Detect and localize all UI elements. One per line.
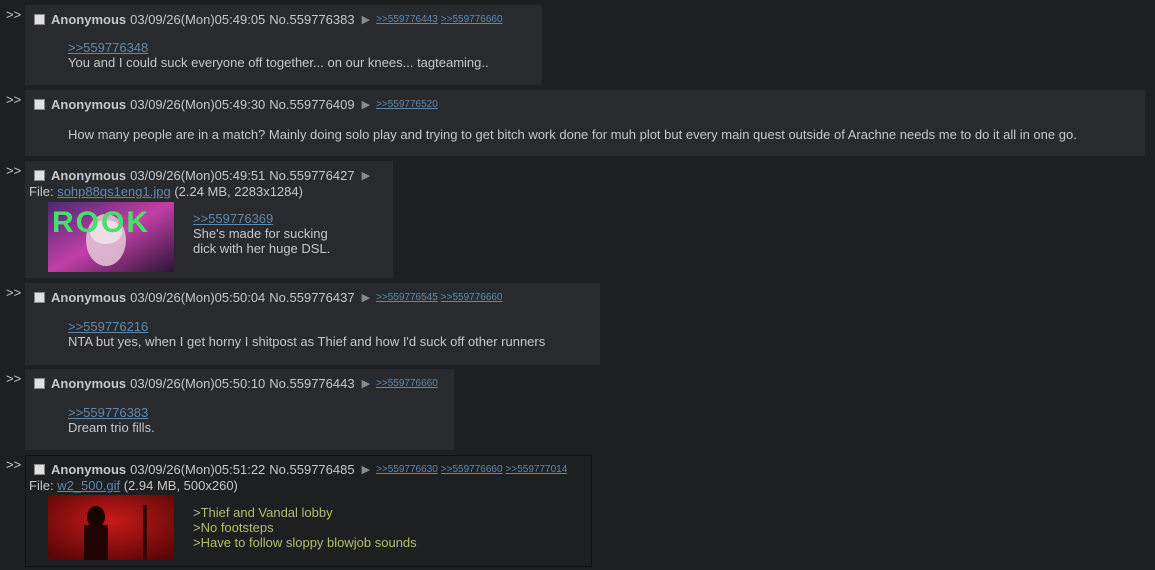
- post-info: Anonymous 03/09/26(Mon)05:49:51 No.55977…: [34, 168, 376, 183]
- backlink[interactable]: >>559776660: [441, 292, 503, 303]
- reply-box: Anonymous 03/09/26(Mon)05:50:10 No.55977…: [25, 369, 454, 450]
- post-menu-icon[interactable]: ▶: [362, 463, 370, 476]
- backlinks: >>559776520: [376, 99, 441, 110]
- backlink[interactable]: >>559776660: [441, 14, 503, 25]
- file-label: File:: [29, 184, 54, 199]
- post-date: 03/09/26(Mon)05:50:04: [130, 290, 266, 305]
- file-meta: (2.94 MB, 500x260): [123, 478, 238, 493]
- post-checkbox[interactable]: [34, 99, 45, 110]
- post-message: >>559776383 Dream trio fills.: [68, 405, 155, 435]
- quote-link[interactable]: >>559776216: [68, 319, 148, 334]
- backlinks: >>559776545 >>559776660: [376, 292, 505, 303]
- post-number[interactable]: No.559776437: [269, 290, 354, 305]
- backlink[interactable]: >>559776443: [376, 14, 438, 25]
- post-message: >>559776216 NTA but yes, when I get horn…: [68, 319, 545, 349]
- reply-box: Anonymous 03/09/26(Mon)05:50:04 No.55977…: [25, 283, 600, 365]
- post-menu-icon[interactable]: ▶: [362, 169, 370, 182]
- post-number[interactable]: No.559776485: [269, 462, 354, 477]
- post-date: 03/09/26(Mon)05:50:10: [130, 376, 266, 391]
- message-text: dick with her huge DSL.: [193, 241, 331, 256]
- reply-box: Anonymous 03/09/26(Mon)05:49:05 No.55977…: [25, 5, 542, 85]
- backlinks: >>559776660: [376, 378, 441, 389]
- post-date: 03/09/26(Mon)05:49:51: [130, 168, 266, 183]
- side-arrow: >>: [6, 92, 22, 107]
- post-checkbox[interactable]: [34, 378, 45, 389]
- backlinks: >>559776443 >>559776660: [376, 14, 505, 25]
- backlink[interactable]: >>559776660: [376, 378, 438, 389]
- quote-link[interactable]: >>559776348: [68, 40, 148, 55]
- post-info: Anonymous 03/09/26(Mon)05:49:30 No.55977…: [34, 97, 441, 112]
- poster-name: Anonymous: [51, 376, 127, 391]
- thumbnail-text: ROOK: [52, 206, 150, 239]
- post-number[interactable]: No.559776409: [269, 97, 354, 112]
- message-text: NTA but yes, when I get horny I shitpost…: [68, 334, 546, 349]
- post-info: Anonymous 03/09/26(Mon)05:51:22 No.55977…: [34, 462, 570, 477]
- post-menu-icon[interactable]: ▶: [362, 13, 370, 26]
- backlink[interactable]: >>559777014: [506, 464, 568, 475]
- reply-box: Anonymous 03/09/26(Mon)05:51:22 No.55977…: [25, 455, 592, 567]
- file-link[interactable]: w2_500.gif: [57, 478, 120, 493]
- post-checkbox[interactable]: [34, 292, 45, 303]
- post-menu-icon[interactable]: ▶: [362, 377, 370, 390]
- message-text: She's made for sucking: [193, 226, 328, 241]
- post-info: Anonymous 03/09/26(Mon)05:50:10 No.55977…: [34, 376, 441, 391]
- post-info: Anonymous 03/09/26(Mon)05:49:05 No.55977…: [34, 12, 506, 27]
- greentext-line: >No footsteps: [193, 520, 274, 535]
- post-number[interactable]: No.559776427: [269, 168, 354, 183]
- reply-box: Anonymous 03/09/26(Mon)05:49:51 No.55977…: [25, 161, 393, 278]
- poster-name: Anonymous: [51, 168, 127, 183]
- file-info: File: w2_500.gif (2.94 MB, 500x260): [29, 478, 238, 493]
- quote-link[interactable]: >>559776369: [193, 211, 273, 226]
- thumbnail-image: [48, 495, 174, 560]
- post-thumbnail[interactable]: ROOK: [48, 202, 174, 272]
- backlink[interactable]: >>559776630: [376, 464, 438, 475]
- poster-name: Anonymous: [51, 97, 127, 112]
- post-menu-icon[interactable]: ▶: [362, 291, 370, 304]
- side-arrow: >>: [6, 371, 22, 386]
- post-date: 03/09/26(Mon)05:49:05: [130, 12, 266, 27]
- quote-link[interactable]: >>559776383: [68, 405, 148, 420]
- message-text: How many people are in a match? Mainly d…: [68, 127, 1077, 142]
- greentext-line: >Have to follow sloppy blowjob sounds: [193, 535, 417, 550]
- post-number[interactable]: No.559776383: [269, 12, 354, 27]
- post-message: >Thief and Vandal lobby >No footsteps >H…: [193, 505, 417, 550]
- greentext-line: >Thief and Vandal lobby: [193, 505, 333, 520]
- file-link[interactable]: sohp88qs1eng1.jpg: [57, 184, 171, 199]
- post-info: Anonymous 03/09/26(Mon)05:50:04 No.55977…: [34, 290, 506, 305]
- reply-box: Anonymous 03/09/26(Mon)05:49:30 No.55977…: [25, 90, 1145, 156]
- message-text: You and I could suck everyone off togeth…: [68, 55, 489, 70]
- side-arrow: >>: [6, 163, 22, 178]
- post-checkbox[interactable]: [34, 170, 45, 181]
- post-date: 03/09/26(Mon)05:51:22: [130, 462, 266, 477]
- post-thumbnail[interactable]: [48, 495, 174, 560]
- post-checkbox[interactable]: [34, 14, 45, 25]
- post-checkbox[interactable]: [34, 464, 45, 475]
- post-date: 03/09/26(Mon)05:49:30: [130, 97, 266, 112]
- poster-name: Anonymous: [51, 462, 127, 477]
- side-arrow: >>: [6, 7, 22, 22]
- post-number[interactable]: No.559776443: [269, 376, 354, 391]
- post-menu-icon[interactable]: ▶: [362, 98, 370, 111]
- side-arrow: >>: [6, 285, 22, 300]
- backlink[interactable]: >>559776660: [441, 464, 503, 475]
- file-info: File: sohp88qs1eng1.jpg (2.24 MB, 2283x1…: [29, 184, 303, 199]
- post-message: >>559776348 You and I could suck everyon…: [68, 40, 489, 70]
- post-message: How many people are in a match? Mainly d…: [68, 127, 1077, 142]
- message-text: Dream trio fills.: [68, 420, 155, 435]
- file-label: File:: [29, 478, 54, 493]
- backlink[interactable]: >>559776545: [376, 292, 438, 303]
- thumbnail-image: ROOK: [48, 202, 174, 272]
- side-arrow: >>: [6, 457, 22, 472]
- poster-name: Anonymous: [51, 290, 127, 305]
- backlinks: >>559776630 >>559776660 >>559777014: [376, 464, 570, 475]
- post-message: >>559776369 She's made for sucking dick …: [193, 211, 330, 256]
- backlink[interactable]: >>559776520: [376, 99, 438, 110]
- file-meta: (2.24 MB, 2283x1284): [174, 184, 303, 199]
- poster-name: Anonymous: [51, 12, 127, 27]
